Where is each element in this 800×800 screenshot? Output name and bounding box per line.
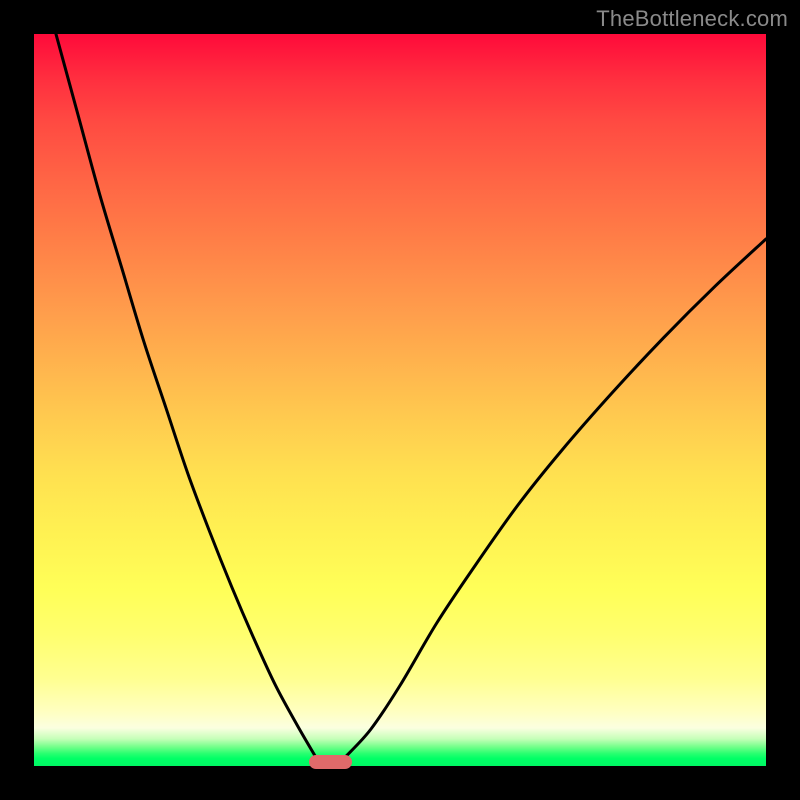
curve-layer (34, 34, 766, 766)
plot-area (34, 34, 766, 766)
right-curve (345, 239, 766, 757)
watermark-text: TheBottleneck.com (596, 6, 788, 32)
left-curve (56, 34, 316, 757)
optimal-marker (309, 755, 351, 769)
